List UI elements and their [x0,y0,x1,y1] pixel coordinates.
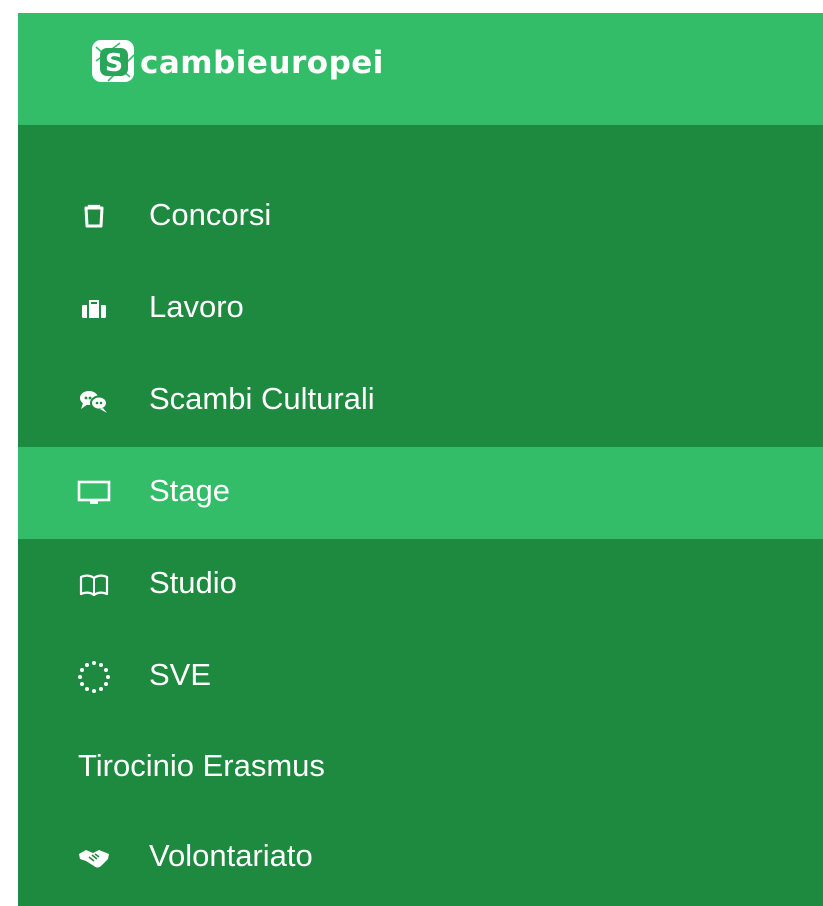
menu-item-studio[interactable]: Studio [18,539,823,631]
handshake-icon [74,838,114,878]
logo-text: cambieuropei [140,45,384,81]
menu-item-label: Lavoro [149,288,244,324]
menu-item-label: Volontariato [149,837,313,873]
side-navigation: S cambieuropei Concorsi Lavoro Scambi Cu… [18,13,823,906]
site-logo[interactable]: S cambieuropei [90,31,384,91]
clipboard-icon [74,197,114,237]
menu-item-sve[interactable]: SVE [18,631,823,723]
menu-item-scambi-culturali[interactable]: Scambi Culturali [18,355,823,447]
menu-item-label: Tirocinio Erasmus [78,747,325,783]
open-book-icon [74,565,114,605]
eu-stars-icon [74,657,114,697]
menu-item-label: Studio [149,564,237,600]
menu-item-label: SVE [149,656,212,692]
menu-item-label: Scambi Culturali [149,380,375,416]
menu-item-concorsi[interactable]: Concorsi [18,171,823,263]
chat-bubbles-icon [74,381,114,421]
logo-mark-icon: S [92,40,135,82]
menu-item-label: Concorsi [149,196,272,232]
monitor-icon [74,473,114,513]
menu-item-label: Stage [149,472,231,508]
menu-item-tirocinio-erasmus[interactable]: Tirocinio Erasmus [18,723,823,813]
logo-mark-letter: S [105,48,123,77]
menu-item-lavoro[interactable]: Lavoro [18,263,823,355]
menu-list: Concorsi Lavoro Scambi Culturali Stage S… [18,171,823,903]
menu-item-stage[interactable]: Stage [18,447,823,539]
briefcase-icon [74,289,114,329]
menu-item-volontariato[interactable]: Volontariato [18,813,823,903]
header-bar: S cambieuropei [18,13,823,125]
